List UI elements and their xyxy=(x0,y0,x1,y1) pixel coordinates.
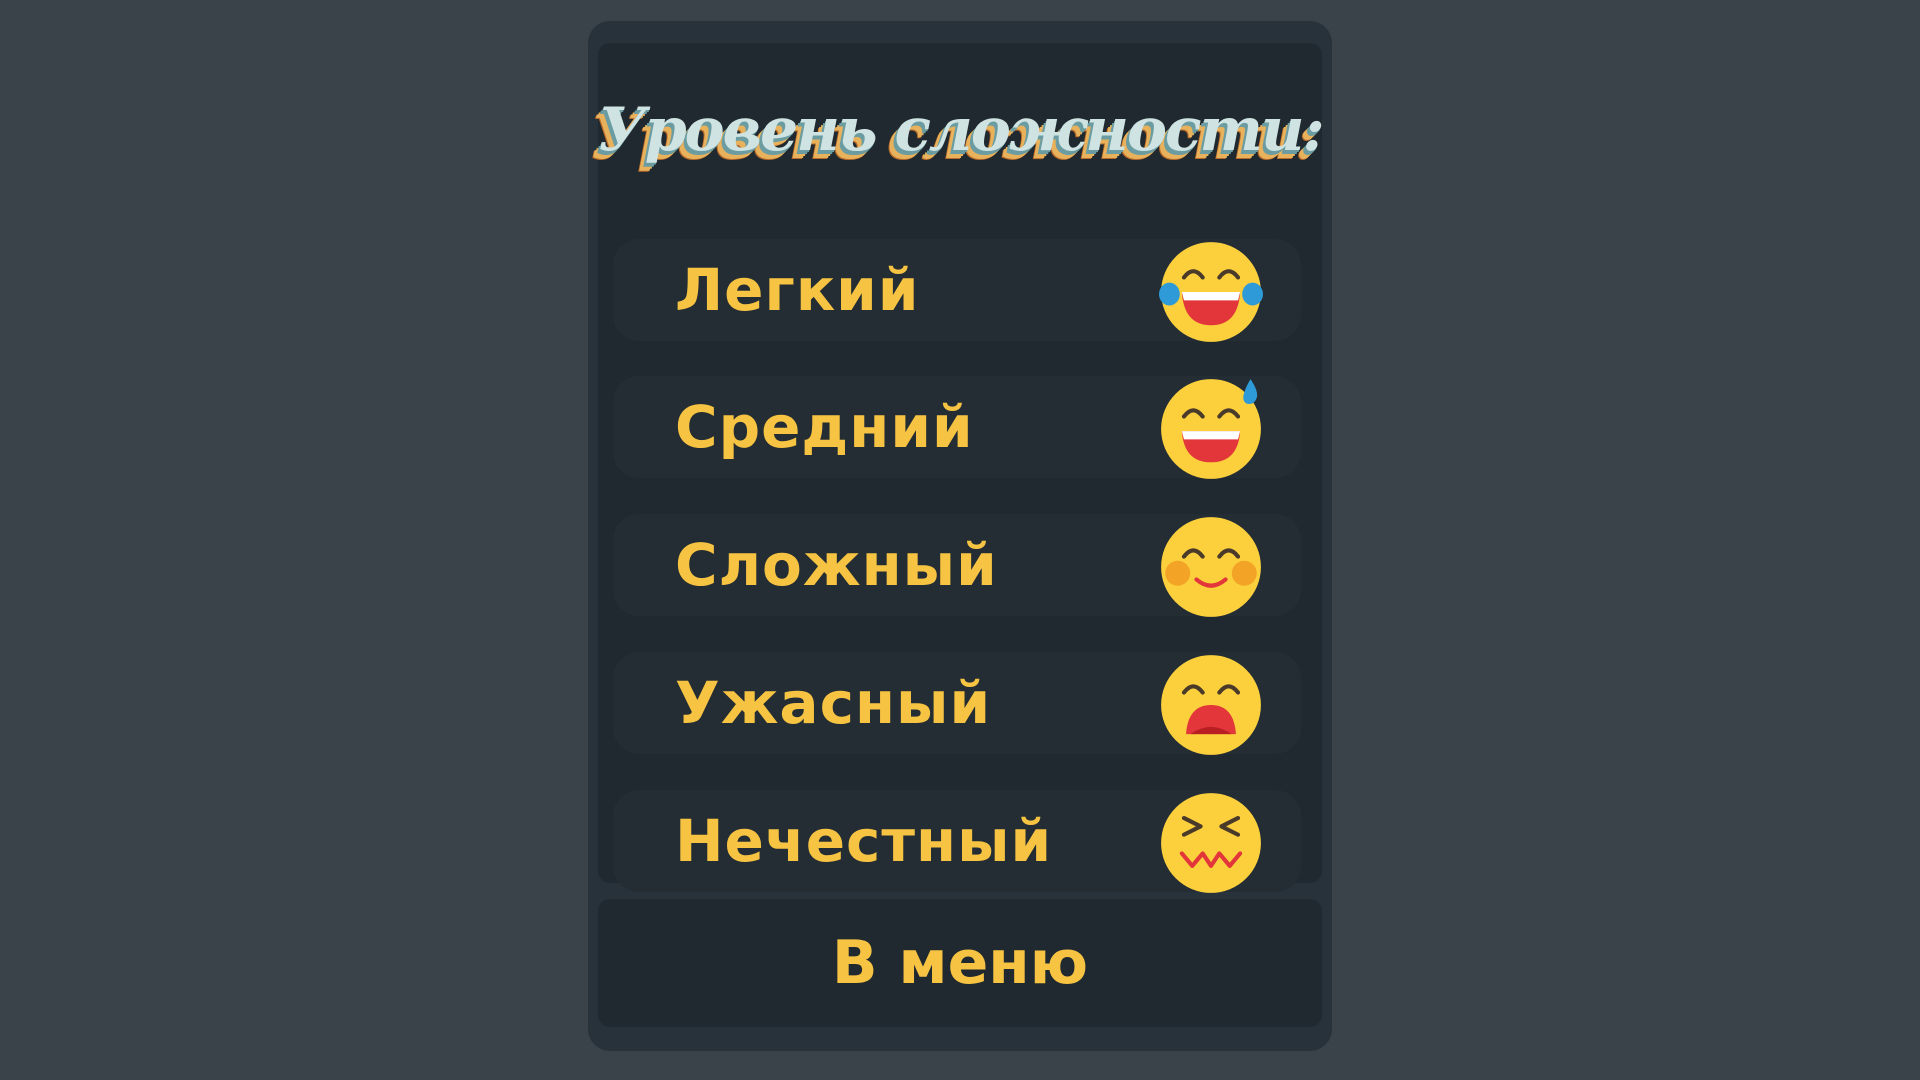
difficulty-terrible-label: Ужасный xyxy=(675,669,992,737)
difficulty-hard-button[interactable]: Сложный xyxy=(613,514,1301,617)
back-to-menu-label: В меню xyxy=(831,928,1089,998)
difficulty-list-container: Уровень сложности: Легкий Средний Сложны… xyxy=(598,43,1325,893)
grinning-sweat-emoji-icon xyxy=(1161,379,1261,479)
difficulty-unfair-button[interactable]: Нечестный xyxy=(613,790,1301,893)
anguished-emoji-icon xyxy=(1161,655,1261,755)
difficulty-medium-label: Средний xyxy=(675,393,974,461)
blushing-smile-emoji-icon xyxy=(1161,517,1261,617)
screen-title: Уровень сложности: xyxy=(598,95,1325,165)
difficulty-unfair-label: Нечестный xyxy=(675,807,1053,875)
back-to-menu-button[interactable]: В меню xyxy=(598,899,1322,1027)
tears-of-joy-emoji-icon xyxy=(1159,242,1263,342)
confounded-emoji-icon xyxy=(1161,793,1261,893)
difficulty-medium-button[interactable]: Средний xyxy=(613,376,1301,479)
difficulty-easy-label: Легкий xyxy=(675,256,920,324)
difficulty-easy-button[interactable]: Легкий xyxy=(613,239,1301,342)
difficulty-panel: Уровень сложности: Легкий Средний Сложны… xyxy=(588,21,1332,1051)
difficulty-hard-label: Сложный xyxy=(675,531,998,599)
difficulty-terrible-button[interactable]: Ужасный xyxy=(613,652,1301,755)
